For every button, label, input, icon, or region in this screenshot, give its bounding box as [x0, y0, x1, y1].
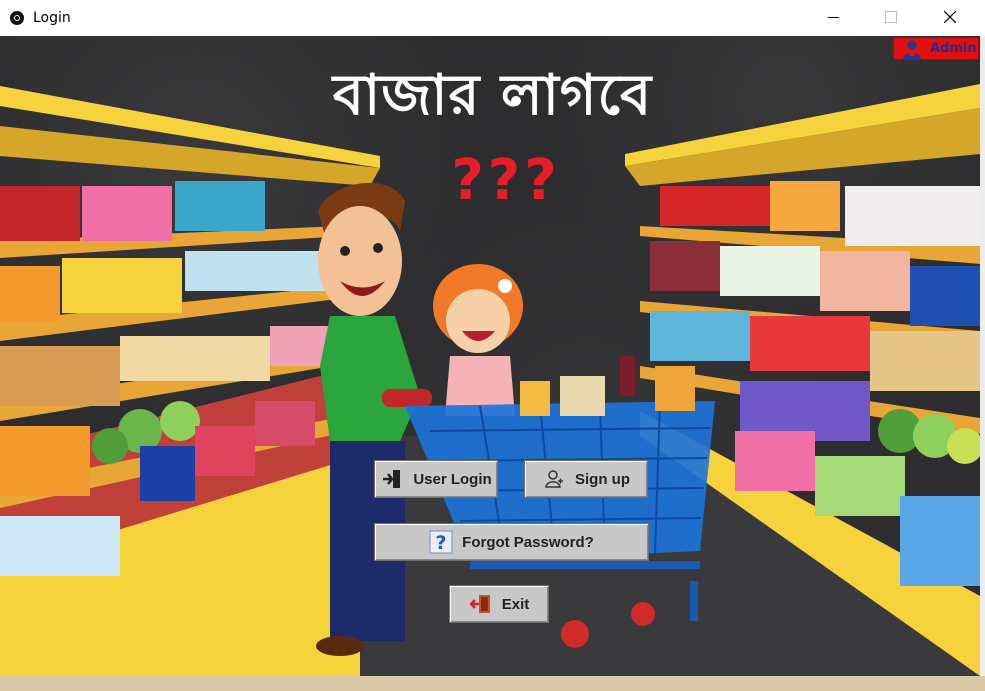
login-icon [380, 467, 404, 491]
user-icon [542, 467, 566, 491]
forgot-password-button[interactable]: ? Forgot Password? [374, 523, 649, 561]
admin-label: Admin [930, 41, 977, 56]
page-title: বাজার লাগবে [332, 63, 653, 128]
exit-button[interactable]: Exit [449, 585, 549, 623]
exit-label: Exit [501, 595, 530, 613]
close-button[interactable] [927, 0, 973, 34]
sign-up-label: Sign up [575, 470, 630, 488]
window-title: Login [33, 10, 71, 26]
sign-up-button[interactable]: Sign up [524, 460, 648, 498]
girl-figure [433, 264, 523, 416]
admin-user-icon [903, 40, 921, 59]
window-frame-right [980, 36, 985, 676]
minimize-button[interactable] [810, 0, 856, 34]
question-marks: ??? [451, 148, 561, 213]
user-login-button[interactable]: User Login [374, 460, 498, 498]
admin-button[interactable]: Admin [893, 37, 979, 60]
help-icon: ? [429, 530, 453, 554]
user-login-label: User Login [413, 470, 492, 488]
exit-door-icon [469, 592, 493, 616]
maximize-icon [885, 11, 897, 23]
minimize-icon [827, 16, 839, 18]
app-icon [10, 11, 24, 25]
forgot-password-label: Forgot Password? [462, 533, 594, 551]
title-bar: Login [0, 0, 985, 36]
svg-text:?: ? [436, 532, 447, 554]
window-frame-bottom [0, 676, 985, 691]
background-illustration: বাজার লাগবে ??? [0, 36, 980, 676]
maximize-button[interactable] [868, 0, 914, 34]
close-icon [944, 11, 956, 23]
